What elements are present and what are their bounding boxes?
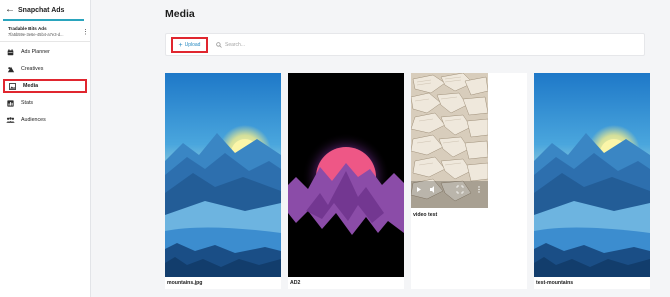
- nav-item-creatives[interactable]: Creatives: [3, 62, 87, 76]
- nav-label-ads-planner: Ads Planner: [21, 49, 50, 55]
- nav-item-ads-planner[interactable]: Ads Planner: [3, 45, 87, 59]
- stats-icon: [6, 99, 15, 108]
- audiences-icon: [6, 116, 15, 125]
- media-card-ad2[interactable]: AD2: [288, 73, 404, 289]
- search-icon: [216, 42, 222, 48]
- nav-item-audiences[interactable]: Audiences: [3, 113, 87, 127]
- media-card-label: test-mountains: [536, 280, 574, 286]
- search-box: [216, 39, 625, 51]
- back-row: ← Snapchat Ads: [5, 3, 64, 17]
- media-card-label: mountains.jpg: [167, 280, 203, 286]
- plus-icon: +: [178, 41, 183, 49]
- page-title: Media: [165, 8, 195, 20]
- media-card-video-test[interactable]: video test: [411, 73, 527, 289]
- media-card-mountains[interactable]: mountains.jpg: [165, 73, 281, 289]
- media-thumbnail: [534, 73, 650, 277]
- volume-icon[interactable]: [426, 183, 436, 195]
- nav-label-media: Media: [23, 83, 39, 89]
- nav-label-creatives: Creatives: [21, 66, 44, 72]
- media-thumbnail: [288, 73, 404, 277]
- sidebar: ← Snapchat Ads Tradable Bits Ads 7fa5b59…: [0, 0, 91, 297]
- more-options-icon[interactable]: [474, 183, 484, 195]
- nav-item-stats[interactable]: Stats: [3, 96, 87, 110]
- fullscreen-icon[interactable]: [453, 183, 465, 195]
- media-icon: [8, 82, 17, 91]
- upload-button[interactable]: + Upload: [171, 37, 208, 53]
- account-selector[interactable]: Tradable Bits Ads 7fa5b59e-3e6e-45b4-a7e…: [8, 26, 89, 38]
- title-underline: [3, 19, 84, 21]
- kebab-menu-icon[interactable]: ⋮: [82, 29, 89, 36]
- nav-label-stats: Stats: [21, 100, 34, 106]
- media-thumbnail: [165, 73, 281, 277]
- nav-item-media[interactable]: Media: [3, 79, 87, 93]
- account-id: 7fa5b59e-3e6e-45b4-a7e3-d...: [8, 32, 64, 37]
- upload-label: Upload: [184, 42, 201, 48]
- creatives-icon: [6, 65, 15, 74]
- divider: [0, 41, 90, 42]
- play-button-icon[interactable]: [413, 183, 423, 195]
- app-title: Snapchat Ads: [18, 6, 65, 14]
- media-toolbar: + Upload: [165, 33, 645, 56]
- media-card-label: AD2: [290, 280, 301, 286]
- nav-label-audiences: Audiences: [21, 117, 46, 123]
- media-card-test-mountains[interactable]: test-mountains: [534, 73, 650, 289]
- media-card-label: video test: [413, 212, 438, 218]
- back-arrow-icon[interactable]: ←: [5, 5, 15, 15]
- ads-planner-icon: [6, 48, 15, 57]
- search-input[interactable]: [225, 42, 625, 48]
